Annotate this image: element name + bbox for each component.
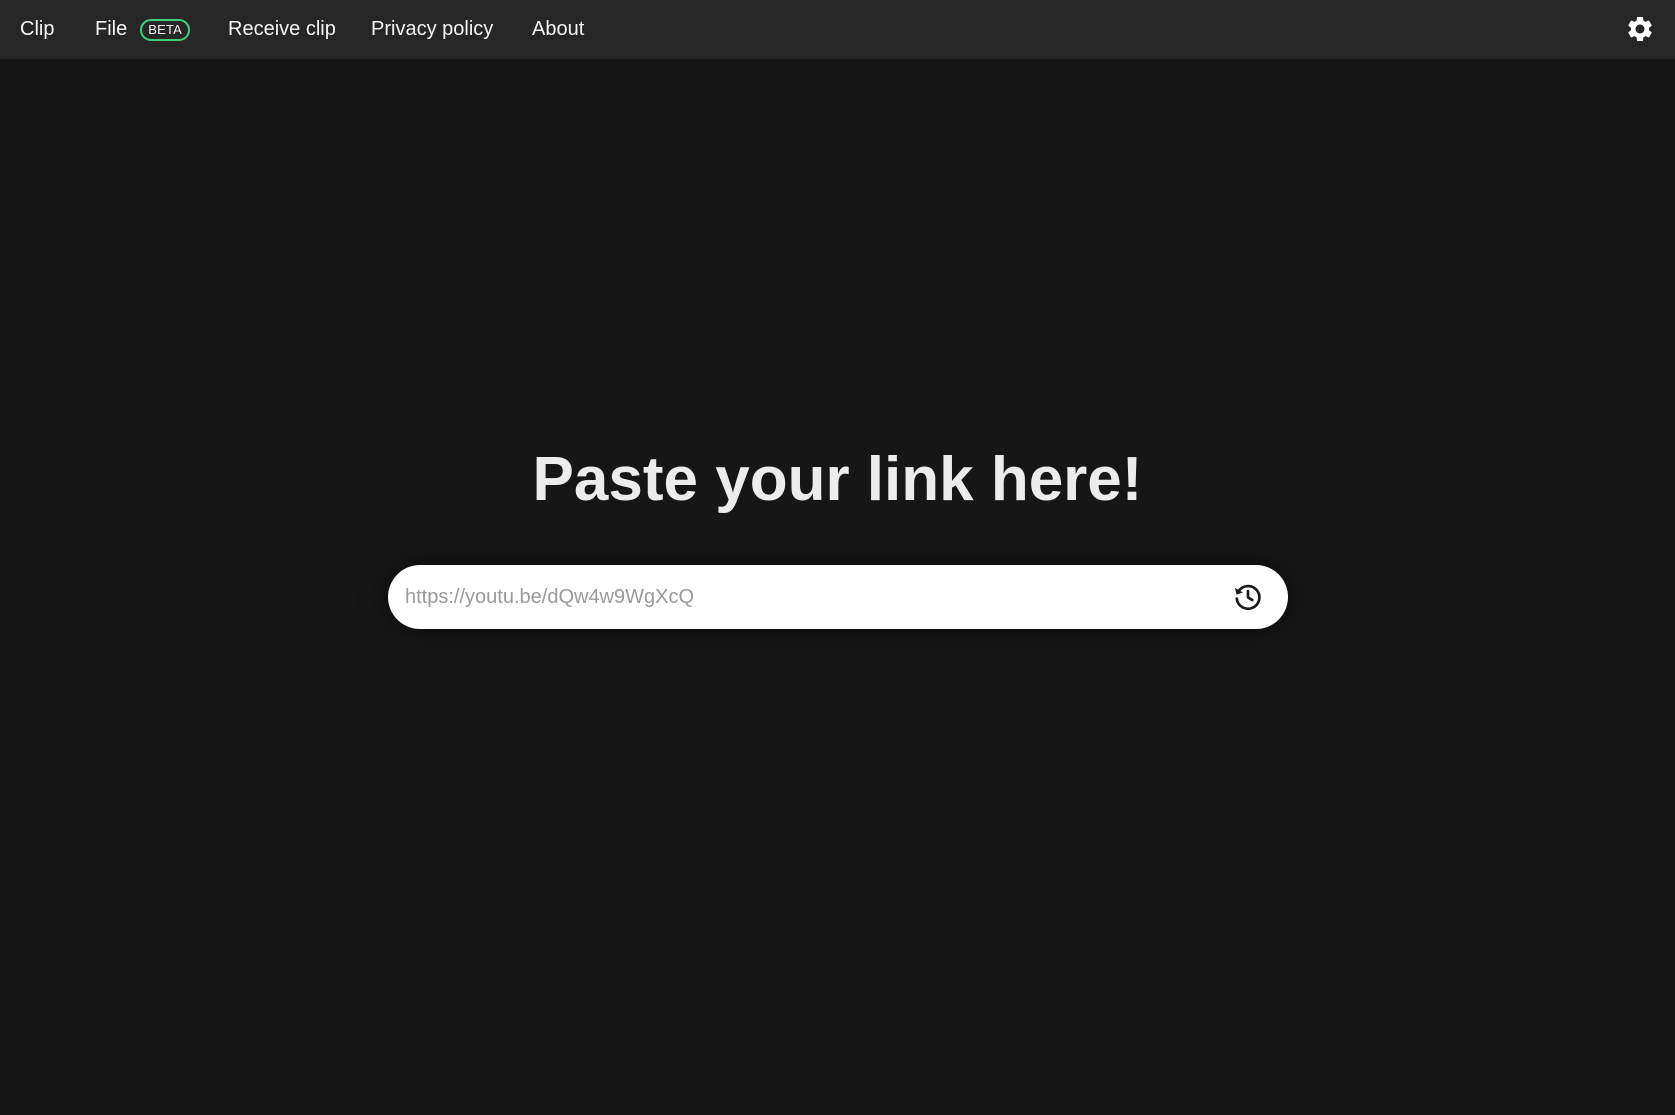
link-input[interactable] [405, 577, 1185, 617]
page-headline: Paste your link here! [532, 445, 1143, 514]
nav-privacy-policy-label: Privacy policy [371, 18, 494, 40]
nav-about-label: About [532, 18, 585, 40]
nav-clip[interactable]: Clip [20, 0, 54, 59]
nav-file[interactable]: File BETA [95, 0, 191, 59]
nav-about[interactable]: About [532, 0, 584, 59]
nav-clip-label: Clip [20, 18, 55, 40]
nav-receive-clip[interactable]: Receive clip [228, 0, 336, 59]
nav-privacy-policy[interactable]: Privacy policy [371, 0, 493, 59]
top-navbar: Clip File BETA Receive clip Privacy poli… [0, 0, 1675, 59]
link-search-box [388, 565, 1288, 629]
gear-icon[interactable] [1625, 14, 1655, 44]
beta-badge: BETA [140, 18, 191, 41]
nav-receive-clip-label: Receive clip [228, 18, 336, 40]
history-icon[interactable] [1232, 581, 1264, 613]
nav-file-label: File [95, 18, 128, 40]
